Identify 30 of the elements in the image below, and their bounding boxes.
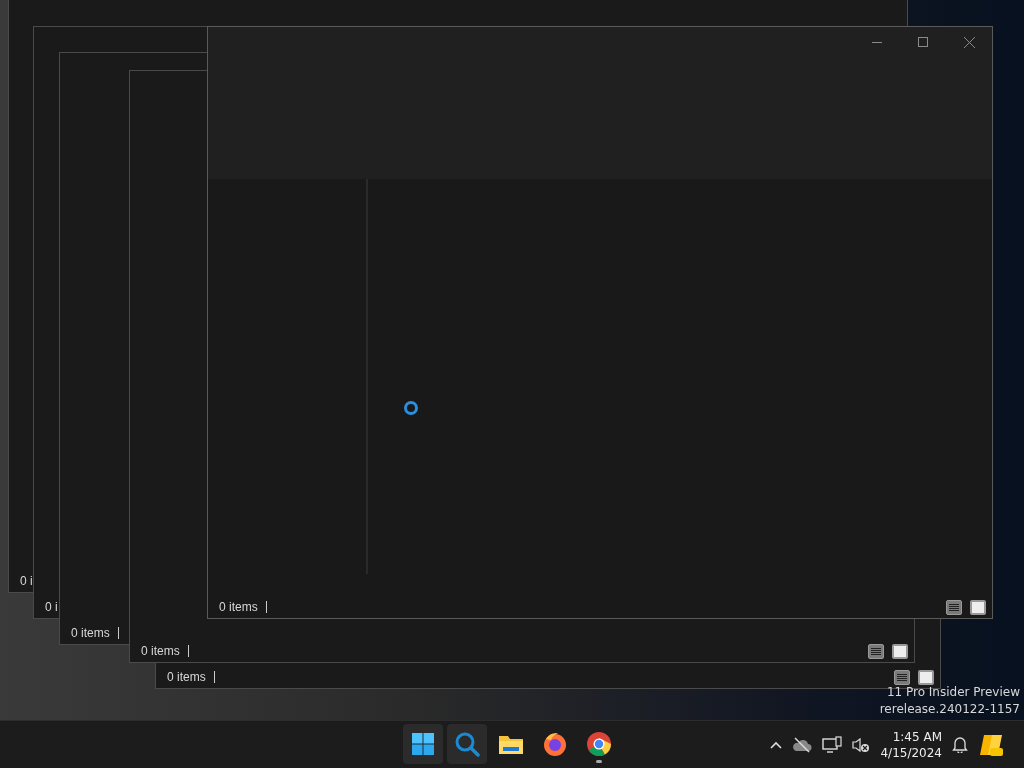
speaker-muted-icon[interactable] — [852, 736, 871, 753]
details-view-button[interactable] — [946, 599, 962, 615]
status-text: 0 i — [20, 575, 33, 587]
search-icon — [454, 731, 480, 757]
status-text: 0 items — [71, 627, 110, 639]
preview-view-button[interactable] — [892, 643, 908, 659]
taskbar-app-button[interactable] — [403, 724, 443, 764]
minimize-icon — [872, 41, 882, 43]
build-watermark-text: 11 Pro Insider Preview — [886, 684, 1020, 701]
cloud-off-icon[interactable] — [792, 736, 813, 753]
bell-icon[interactable] — [952, 736, 968, 753]
chevron-up-icon[interactable] — [770, 740, 783, 749]
close-icon — [963, 36, 975, 48]
windows-logo-icon — [411, 732, 435, 756]
fox-globe-icon — [542, 731, 568, 757]
details-view-button[interactable] — [894, 669, 910, 685]
folder-icon — [498, 733, 524, 755]
preview-view-button[interactable] — [918, 669, 934, 685]
browser-icon — [586, 731, 612, 757]
details-view-button[interactable] — [868, 643, 884, 659]
maximize-icon — [918, 37, 928, 47]
status-text: 0 items — [141, 645, 180, 657]
network-icon[interactable] — [822, 735, 843, 754]
loading-spinner — [404, 401, 418, 415]
preview-view-button[interactable] — [970, 599, 986, 615]
build-watermark-text: rerelease.240122-1157 — [879, 701, 1020, 718]
status-text: 0 i — [45, 601, 58, 613]
status-text: 0 items — [219, 601, 258, 613]
status-text: 0 items — [167, 671, 206, 683]
clock-button[interactable]: 1:45 AM 4/15/2024 — [880, 728, 942, 761]
